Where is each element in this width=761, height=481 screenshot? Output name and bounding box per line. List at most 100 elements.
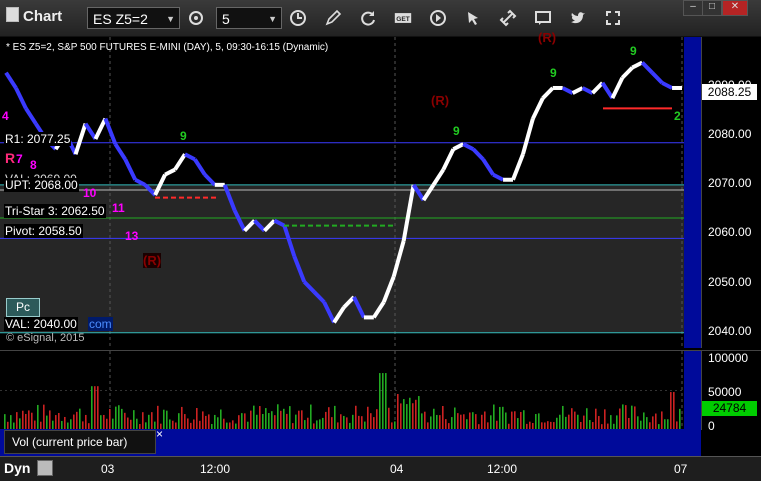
volume-bar [256, 414, 258, 430]
link-button[interactable] [495, 6, 521, 30]
chart-window: Chart ES Z5=2 ▼ 5 ▼ GET – □ ✕ 4 7 8 10 1… [0, 0, 761, 481]
price-chart-svg: 4 7 8 10 1113 9 9 9 9 2 R [0, 37, 701, 348]
volume-bar [439, 415, 441, 430]
y-tick-label: 2070.00 [708, 176, 752, 190]
minimize-button[interactable]: – [683, 0, 703, 16]
volume-bar [16, 412, 18, 430]
refresh-button[interactable] [355, 6, 381, 30]
volume-bar [49, 410, 51, 430]
volume-bar [490, 415, 492, 430]
volume-bar [484, 411, 486, 430]
count-label: 9 [630, 44, 637, 58]
pencil-button[interactable] [320, 6, 346, 30]
count-label: 13 [125, 229, 139, 243]
volume-bar [502, 406, 504, 430]
expand-icon [606, 11, 620, 25]
symbol-value: ES Z5=2 [93, 11, 148, 27]
volume-bar [352, 414, 354, 430]
volume-bar [196, 408, 198, 430]
volume-pane[interactable] [0, 350, 701, 430]
volume-study-label[interactable]: Vol (current price bar) × [4, 427, 163, 454]
chevron-down-icon[interactable]: ▼ [161, 8, 175, 30]
pc-badge[interactable]: Pc [6, 298, 40, 317]
volume-bar [220, 409, 222, 430]
volume-bar [670, 392, 672, 430]
volume-bar [535, 414, 537, 430]
volume-bar [289, 406, 291, 430]
volume-bar [358, 415, 360, 430]
volume-bar [259, 406, 261, 430]
volume-bar [91, 386, 93, 430]
close-icon[interactable]: × [156, 423, 163, 445]
volume-bar [334, 405, 336, 430]
volume-bar [367, 406, 369, 430]
cursor-button[interactable] [460, 6, 486, 30]
volume-bar [463, 414, 465, 430]
volume-bar [559, 414, 561, 430]
time-axis[interactable]: Dyn 03 12:00 04 12:00 07 [0, 456, 761, 481]
play-button[interactable] [425, 6, 451, 30]
volume-bar [115, 406, 117, 430]
count-label: 11 [112, 201, 125, 215]
volume-bar [604, 409, 606, 430]
volume-bar [631, 405, 633, 430]
volume-bar [511, 411, 513, 430]
dyn-mode[interactable]: Dyn [4, 460, 30, 476]
get-button[interactable]: GET [390, 6, 416, 30]
x-tick-label: 07 [674, 462, 688, 476]
interval-combo[interactable]: 5 ▼ [216, 7, 282, 29]
volume-bar [46, 415, 48, 430]
close-button[interactable]: ✕ [722, 0, 748, 16]
expand-button[interactable] [600, 6, 626, 30]
count-label: 9 [550, 66, 557, 80]
volume-bar [583, 415, 585, 430]
volume-bar [400, 403, 402, 430]
y-tick-label: 2080.00 [708, 127, 752, 141]
volume-bar [265, 408, 267, 430]
price-pane[interactable]: 4 7 8 10 11 13 9 9 9 9 2 R [0, 37, 701, 348]
volume-bar [271, 411, 273, 430]
cursor-icon [468, 12, 478, 25]
volume-bar [562, 405, 564, 430]
volume-bar [436, 414, 438, 430]
twitter-button[interactable] [565, 6, 591, 30]
window-title-text: Chart [23, 8, 63, 25]
comment-button[interactable] [530, 6, 556, 30]
level-label-pivot: Pivot: 2058.50 [4, 224, 83, 238]
symbol-combo[interactable]: ES Z5=2 ▼ [87, 7, 180, 29]
volume-bar [94, 386, 96, 430]
volume-bar [124, 412, 126, 430]
volume-bar [403, 399, 405, 430]
maximize-button[interactable]: □ [702, 0, 722, 16]
chevron-down-icon[interactable]: ▼ [263, 8, 277, 30]
volume-bar [58, 412, 60, 430]
volume-bar [298, 410, 300, 430]
volume-bar [214, 414, 216, 430]
toolbar: Chart ES Z5=2 ▼ 5 ▼ GET – □ ✕ [0, 0, 761, 37]
volume-bar [280, 410, 282, 430]
volume-bar [238, 415, 240, 430]
r-mark: (R) [538, 30, 557, 45]
clock-button[interactable] [285, 6, 311, 30]
count-label: 2 [674, 109, 681, 123]
volume-bar [37, 404, 39, 430]
volume-bar [76, 411, 78, 430]
level-label-tristar: Tri-Star 3: 2062.50 [4, 204, 106, 218]
volume-bar [379, 373, 381, 430]
lock-icon[interactable] [37, 460, 53, 476]
count-label: 10 [83, 186, 97, 200]
volume-bar [244, 413, 246, 430]
volume-bar [577, 414, 579, 430]
volume-bar [142, 412, 144, 430]
volume-bar [442, 406, 444, 430]
volume-bar [370, 413, 372, 430]
target-button[interactable] [183, 6, 209, 30]
volume-bar [355, 405, 357, 430]
volume-tick-label: 0 [708, 419, 715, 433]
volume-bar [73, 414, 75, 430]
y-tick-label: 2060.00 [708, 225, 752, 239]
volume-bar [277, 404, 279, 430]
volume-bar [253, 405, 255, 430]
volume-bar [85, 414, 87, 430]
volume-axis[interactable]: 100000 50000 0 [701, 350, 761, 433]
